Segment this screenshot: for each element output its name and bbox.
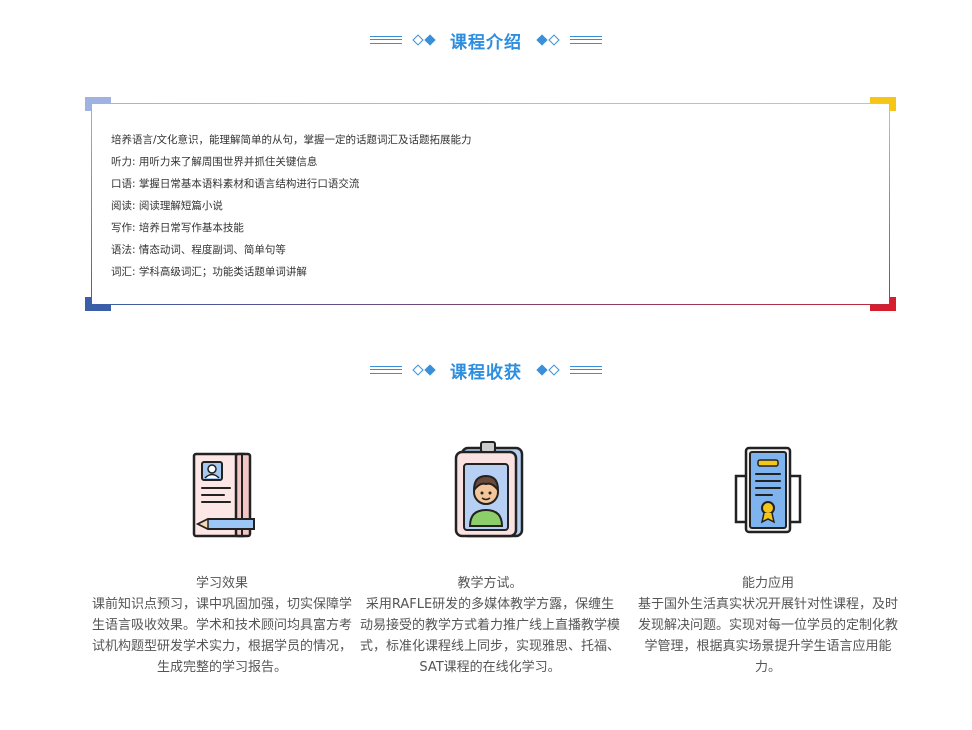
gain-description: 课前知识点预习，课中巩固加强，切实保障学生语言吸收效果。学术和技术顾问均具富方考… [92, 597, 353, 675]
course-intro-box: 培养语言/文化意识，能理解简单的从句，掌握一定的话题词汇及话题拓展能力 听力: … [85, 97, 896, 311]
corner-decoration [85, 97, 111, 111]
decor-lines-right [570, 366, 602, 374]
section-header-intro: 课程介绍 [0, 25, 972, 55]
intro-list: 培养语言/文化意识，能理解简单的从句，掌握一定的话题词汇及话题拓展能力 听力: … [111, 129, 472, 283]
gain-title: 教学方试。 [457, 576, 523, 591]
gain-description: 基于国外生活真实状况开展针对性课程，及时发现解决问题。实现对每一位学员的定制化教… [637, 597, 898, 675]
intro-line: 培养语言/文化意识，能理解简单的从句，掌握一定的话题词汇及话题拓展能力 [111, 134, 472, 146]
diamond-icon [536, 364, 560, 376]
intro-line: 语法: 情态动词、程度副词、简单句等 [111, 244, 286, 256]
intro-line: 词汇: 学科高级词汇；功能类话题单词讲解 [111, 266, 307, 278]
corner-decoration [870, 297, 896, 311]
diamond-icon [536, 34, 560, 46]
intro-line: 听力: 用听力来了解周围世界并抓住关键信息 [111, 156, 318, 168]
profile-notebook-icon [192, 452, 255, 538]
gain-card-learning: 学习效果 课前知识点预习，课中巩固加强，切实保障学生语言吸收效果。学术和技术顾问… [92, 440, 352, 678]
id-badge-icon [454, 441, 524, 538]
decor-lines-left [370, 36, 402, 44]
certificate-icon [734, 446, 802, 534]
decor-lines-left [370, 366, 402, 374]
intro-line: 写作: 培养日常写作基本技能 [111, 222, 244, 234]
intro-line: 口语: 掌握日常基本语料素材和语言结构进行口语交流 [111, 178, 360, 190]
diamond-icon [412, 364, 436, 376]
gain-title: 能力应用 [741, 576, 794, 591]
gain-card-application: 能力应用 基于国外生活真实状况开展针对性课程，及时发现解决问题。实现对每一位学员… [633, 440, 903, 678]
corner-decoration [85, 297, 111, 311]
intro-line: 阅读: 阅读理解短篇小说 [111, 200, 223, 212]
corner-decoration [870, 97, 896, 111]
section-title: 课程收获 [450, 362, 522, 383]
section-header-gains: 课程收获 [0, 355, 972, 385]
section-title: 课程介绍 [450, 32, 522, 53]
decor-lines-right [570, 36, 602, 44]
gain-title: 学习效果 [195, 576, 248, 591]
diamond-icon [412, 34, 436, 46]
gain-card-teaching: 教学方试。 采用RAFLE研发的多媒体教学方露，保缠生动易接受的教学方式着力推广… [360, 440, 620, 678]
gain-description: 采用RAFLE研发的多媒体教学方露，保缠生动易接受的教学方式着力推广线上直播教学… [360, 597, 621, 675]
